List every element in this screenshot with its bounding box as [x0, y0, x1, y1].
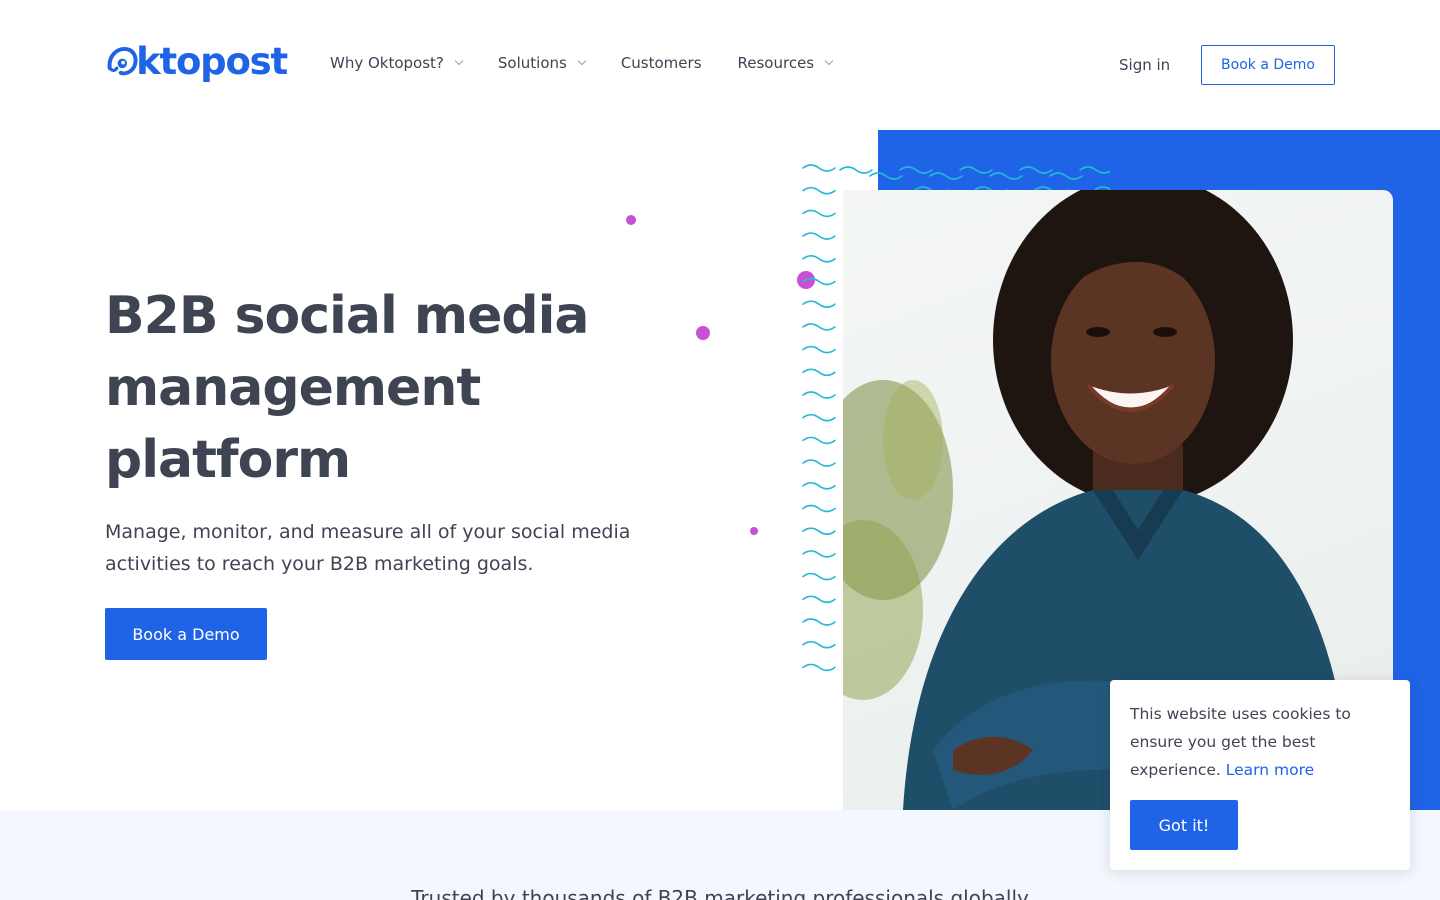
nav-item-resources[interactable]: Resources: [737, 54, 834, 72]
hero-title-line: management: [105, 358, 481, 418]
wave-mark: [802, 640, 836, 649]
learn-more-link[interactable]: Learn more: [1226, 761, 1314, 779]
wave-mark: [802, 391, 836, 399]
wave-mark: [802, 436, 836, 445]
wave-mark: [802, 618, 836, 626]
wave-mark: [929, 172, 963, 180]
wave-mark: [802, 413, 836, 422]
hero-subtitle: Manage, monitor, and measure all of your…: [105, 521, 631, 575]
wave-mark: [899, 166, 933, 174]
wave-mark: [802, 323, 836, 331]
chevron-down-icon: [577, 56, 587, 66]
wave-mark: [1049, 172, 1083, 180]
nav-label: Customers: [620, 54, 702, 72]
wave-mark: [802, 550, 836, 558]
wave-mark: [802, 595, 836, 604]
sign-in-link[interactable]: Sign in: [1119, 56, 1170, 74]
oktopost-logo[interactable]: ktopost: [105, 38, 288, 84]
wave-mark: [802, 368, 836, 377]
chevron-down-icon: [824, 56, 834, 66]
wave-mark: [959, 166, 993, 174]
wave-mark: [802, 345, 836, 354]
wave-mark: [1019, 166, 1053, 174]
chevron-down-icon: [454, 56, 464, 66]
book-demo-hero-button[interactable]: Book a Demo: [105, 608, 267, 660]
wave-mark: [802, 300, 836, 308]
wave-mark: [802, 164, 836, 172]
decorative-dot: [750, 527, 758, 535]
wave-mark: [839, 166, 873, 174]
wave-mark: [802, 663, 836, 672]
wave-mark: [1079, 166, 1110, 174]
wave-mark: [802, 186, 836, 195]
cookie-message: This website uses cookies to ensure you …: [1130, 700, 1390, 784]
decorative-dot: [626, 215, 636, 225]
nav-item-customers[interactable]: Customers: [621, 54, 702, 72]
wave-mark: [802, 459, 836, 467]
nav-item-solutions[interactable]: Solutions: [497, 54, 587, 72]
cookie-banner: This website uses cookies to ensure you …: [1110, 680, 1410, 870]
wave-mark: [802, 482, 836, 490]
main-nav: Why Oktopost? Solutions Customers Resour…: [330, 54, 868, 72]
book-demo-header-button[interactable]: Book a Demo: [1201, 45, 1335, 85]
site-header: ktopost Why Oktopost? Solutions Customer…: [0, 0, 1440, 130]
nav-item-why-oktopost[interactable]: Why Oktopost?: [330, 54, 464, 72]
logo-wordmark: ktopost: [136, 39, 288, 83]
nav-label: Why Oktopost?: [330, 54, 444, 72]
wave-mark: [802, 504, 836, 513]
trust-heading: Trusted by thousands of B2B marketing pr…: [411, 886, 1029, 900]
wave-mark: [802, 255, 836, 263]
wave-mark: [802, 209, 836, 218]
nav-label: Solutions: [497, 54, 567, 72]
hero-title: B2B social media management platform: [105, 280, 665, 496]
nav-label: Resources: [737, 54, 815, 72]
hero-title-line: platform: [105, 430, 351, 490]
wave-mark: [802, 232, 836, 240]
wave-mark: [802, 277, 836, 286]
wave-mark: [802, 572, 836, 581]
hero-title-line: B2B social media: [105, 286, 589, 346]
decorative-dot: [696, 326, 710, 340]
octopus-logo-icon: [107, 47, 138, 76]
wave-mark: [869, 172, 903, 180]
wave-mark: [802, 527, 836, 535]
cookie-accept-button[interactable]: Got it!: [1130, 800, 1238, 850]
wave-mark: [989, 172, 1023, 180]
